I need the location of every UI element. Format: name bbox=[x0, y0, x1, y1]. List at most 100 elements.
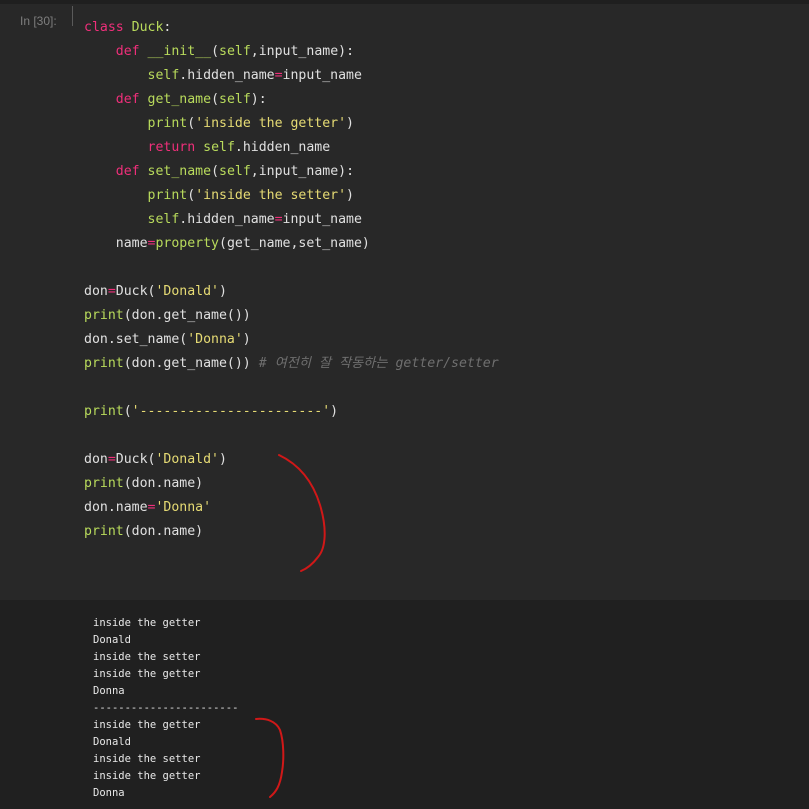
code-token: print bbox=[147, 188, 188, 203]
code-line: don.set_name('Donna') bbox=[84, 328, 499, 352]
code-token: : bbox=[163, 20, 172, 35]
code-line: don=Duck('Donald') bbox=[84, 280, 499, 304]
code-token: (don.get_name()) bbox=[123, 356, 259, 371]
code-token: don bbox=[84, 452, 108, 467]
code-token: 'Donald' bbox=[155, 284, 220, 299]
output-line: inside the getter bbox=[93, 668, 201, 680]
code-cell-output: inside the getter Donald inside the setter… bbox=[0, 600, 809, 809]
code-cell-input[interactable]: In [30]: class Duck: def __init__(self,i… bbox=[0, 4, 809, 600]
code-token: ) bbox=[242, 332, 251, 347]
code-token: name bbox=[84, 236, 148, 251]
code-token: print bbox=[84, 476, 124, 491]
code-token: Duck bbox=[131, 20, 164, 35]
output-line: inside the getter bbox=[93, 719, 201, 731]
code-token: def bbox=[115, 92, 140, 107]
code-token: .hidden_name bbox=[179, 212, 275, 227]
code-token: input_name bbox=[282, 68, 362, 83]
code-token: ( bbox=[123, 404, 132, 419]
code-line: self.hidden_name=input_name bbox=[84, 64, 499, 88]
code-token: class bbox=[84, 20, 124, 35]
code-token: 'inside the setter' bbox=[195, 188, 347, 203]
output-line: inside the setter bbox=[93, 651, 201, 663]
code-token: = bbox=[274, 212, 283, 227]
code-line: print(don.name) bbox=[84, 472, 499, 496]
output-line: ----------------------- bbox=[93, 702, 239, 714]
code-line: print('inside the setter') bbox=[84, 184, 499, 208]
code-token: ): bbox=[250, 92, 267, 107]
code-token: def bbox=[115, 164, 140, 179]
code-token: ( bbox=[187, 116, 196, 131]
code-line: name=property(get_name,set_name) bbox=[84, 232, 499, 256]
code-token: .hidden_name bbox=[179, 68, 275, 83]
code-line: def __init__(self,input_name): bbox=[84, 40, 499, 64]
code-line: return self.hidden_name bbox=[84, 136, 499, 160]
code-token: # 여전히 잘 작동하는 getter/setter bbox=[258, 356, 499, 371]
code-token: ) bbox=[346, 188, 354, 203]
code-line: print(don.name) bbox=[84, 520, 499, 544]
code-token: (don.get_name()) bbox=[123, 308, 251, 323]
cell-editor-border bbox=[72, 6, 73, 26]
code-token: ( bbox=[211, 44, 220, 59]
code-line: don=Duck('Donald') bbox=[84, 448, 499, 472]
output-line: Donna bbox=[93, 685, 125, 697]
code-line: print(don.get_name()) # 여전히 잘 작동하는 gette… bbox=[84, 352, 499, 376]
code-token: self bbox=[147, 212, 180, 227]
code-token: 'Donna' bbox=[155, 500, 212, 515]
code-token: print bbox=[84, 308, 124, 323]
code-token: (don.name) bbox=[123, 524, 204, 539]
code-token: .hidden_name bbox=[234, 140, 331, 155]
code-token: def bbox=[115, 44, 140, 59]
code-line: self.hidden_name=input_name bbox=[84, 208, 499, 232]
output-line: inside the getter bbox=[93, 770, 201, 782]
code-line: def get_name(self): bbox=[84, 88, 499, 112]
code-token: = bbox=[107, 452, 116, 467]
code-token: property bbox=[155, 236, 220, 251]
output-line: Donald bbox=[93, 634, 131, 646]
output-line: Donna bbox=[93, 787, 125, 799]
code-token: ) bbox=[330, 404, 339, 419]
code-token: Duck( bbox=[115, 452, 156, 467]
code-token: = bbox=[274, 68, 283, 83]
code-line: class Duck: bbox=[84, 16, 499, 40]
code-token: (get_name,set_name) bbox=[219, 236, 370, 251]
code-token: print bbox=[84, 524, 124, 539]
output-line: inside the setter bbox=[93, 753, 201, 765]
code-line: def set_name(self,input_name): bbox=[84, 160, 499, 184]
code-editor[interactable]: class Duck: def __init__(self,input_name… bbox=[84, 16, 499, 544]
code-token: ,input_name): bbox=[250, 44, 355, 59]
code-token: ) bbox=[219, 284, 227, 299]
code-line: print(don.get_name()) bbox=[84, 304, 499, 328]
code-token: ( bbox=[211, 164, 220, 179]
output-line: Donald bbox=[93, 736, 131, 748]
code-line: print('inside the getter') bbox=[84, 112, 499, 136]
code-token: print bbox=[84, 404, 124, 419]
code-token: ( bbox=[187, 188, 196, 203]
code-token: ,input_name): bbox=[250, 164, 355, 179]
code-token: self bbox=[219, 164, 251, 179]
code-line: print('-----------------------') bbox=[84, 400, 499, 424]
code-token: Duck( bbox=[115, 284, 156, 299]
code-token: ( bbox=[211, 92, 220, 107]
code-token: input_name bbox=[282, 212, 362, 227]
code-token: self bbox=[219, 92, 251, 107]
code-token: get_name bbox=[147, 92, 212, 107]
code-token: print bbox=[84, 356, 124, 371]
code-token: (don.name) bbox=[123, 476, 204, 491]
code-token: set_name bbox=[147, 164, 212, 179]
code-token: 'Donald' bbox=[155, 452, 220, 467]
code-token: ) bbox=[219, 452, 227, 467]
